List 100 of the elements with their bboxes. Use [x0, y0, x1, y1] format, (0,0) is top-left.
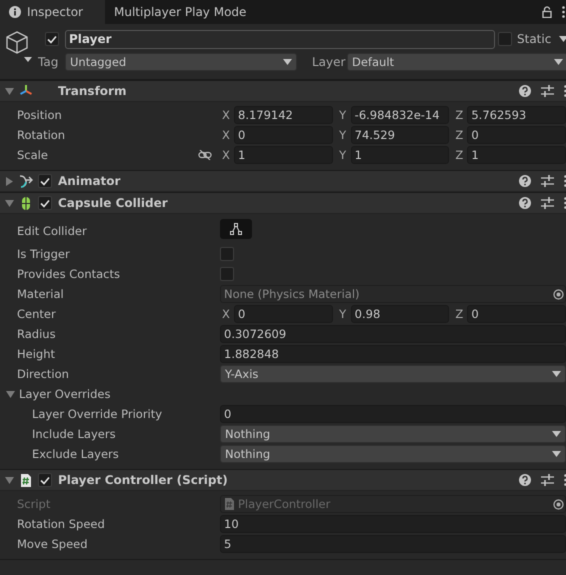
number-field[interactable]: 0 — [467, 305, 566, 323]
tab[interactable]: Inspector — [0, 0, 105, 24]
help-icon[interactable] — [519, 175, 531, 187]
caret-icon — [552, 431, 561, 437]
foldout-arrow-icon[interactable] — [5, 176, 14, 186]
number-field[interactable]: 0 — [220, 405, 566, 423]
axis-label: X — [221, 128, 231, 142]
number-field[interactable]: 1 — [234, 146, 333, 164]
axis-label: Z — [454, 108, 464, 122]
number-field[interactable]: 0.98 — [350, 305, 450, 323]
foldout-arrow-icon[interactable] — [5, 86, 14, 96]
property-label: Height — [17, 347, 56, 361]
dropdown[interactable]: Nothing — [220, 425, 566, 443]
number-field[interactable]: 1 — [350, 146, 450, 164]
info-icon — [9, 6, 21, 18]
dropdown[interactable]: Untagged — [65, 53, 297, 71]
axis-label: Y — [338, 108, 348, 122]
number-field[interactable]: 74.529 — [350, 126, 450, 144]
checkbox[interactable] — [38, 473, 52, 487]
checkbox[interactable] — [38, 174, 52, 188]
foldout-arrow-icon[interactable] — [5, 476, 14, 484]
object-picker-icon[interactable] — [553, 288, 564, 300]
foldout-arrow-icon[interactable] — [5, 198, 14, 208]
static-label: Static — [517, 32, 552, 46]
sliders-icon[interactable] — [541, 197, 554, 209]
axis-label: Y — [338, 148, 348, 162]
capsule-icon — [19, 196, 33, 210]
object-picker-icon[interactable] — [553, 498, 564, 510]
axis-label: Z — [454, 307, 464, 321]
property-label: Script — [17, 497, 50, 511]
property-label: Scale — [17, 148, 48, 162]
script-icon — [19, 473, 33, 487]
property-label: Edit Collider — [17, 224, 87, 238]
foldout-arrow-icon[interactable] — [6, 390, 15, 398]
checkbox[interactable] — [45, 32, 59, 46]
property-label: Rotation Speed — [17, 517, 105, 531]
more-icon[interactable] — [562, 6, 565, 18]
number-field[interactable]: 0 — [467, 126, 566, 144]
property-label: Include Layers — [32, 427, 116, 441]
cube-icon[interactable] — [5, 30, 33, 64]
number-field[interactable]: 10 — [220, 515, 566, 533]
name-field[interactable]: Player — [65, 30, 495, 48]
script-file-icon — [224, 498, 234, 510]
property-label: Layer Override Priority — [32, 407, 162, 421]
lock-icon[interactable] — [542, 6, 552, 18]
group-label[interactable]: Layer Overrides — [19, 387, 110, 401]
component-header[interactable]: Capsule Collider — [0, 192, 566, 214]
number-field[interactable]: -6.984832e-14 — [350, 106, 450, 124]
object-field[interactable]: None (Physics Material) — [220, 285, 566, 303]
caret-icon — [283, 59, 292, 65]
component-header[interactable]: Player Controller (Script) — [0, 469, 566, 491]
help-icon[interactable] — [519, 197, 531, 209]
axis-label: Y — [338, 128, 348, 142]
branch-arrow-icon — [19, 174, 33, 188]
number-field[interactable]: 0.3072609 — [220, 325, 566, 343]
number-field[interactable]: 5.762593 — [467, 106, 566, 124]
sliders-icon[interactable] — [541, 85, 554, 97]
axis-label: X — [221, 307, 231, 321]
property-label: Rotation — [17, 128, 66, 142]
property-label: Provides Contacts — [17, 267, 120, 281]
axis-label: X — [221, 148, 231, 162]
axis-label: X — [221, 108, 231, 122]
help-icon[interactable] — [519, 474, 531, 486]
dropdown[interactable]: Default — [347, 53, 566, 71]
number-field[interactable]: 0 — [234, 305, 333, 323]
component-header[interactable]: Animator — [0, 170, 566, 192]
axis-label: Z — [454, 148, 464, 162]
property-label: Material — [17, 287, 64, 301]
property-label: Direction — [17, 367, 69, 381]
edit-collider-button[interactable] — [220, 218, 252, 238]
dropdown[interactable]: Nothing — [220, 445, 566, 463]
number-field[interactable]: 0 — [234, 126, 333, 144]
number-field[interactable]: 8.179142 — [234, 106, 333, 124]
dropdown[interactable]: Y-Axis — [220, 365, 566, 383]
property-label: Exclude Layers — [32, 447, 119, 461]
number-field[interactable]: 1.882848 — [220, 345, 566, 363]
axis-label: Z — [454, 128, 464, 142]
caret-icon — [554, 59, 563, 65]
checkbox[interactable] — [220, 267, 234, 281]
sliders-icon[interactable] — [541, 474, 554, 486]
checkbox[interactable] — [220, 247, 234, 261]
component-header[interactable]: Transform — [0, 80, 566, 102]
number-field[interactable]: 5 — [220, 535, 566, 553]
layer-label: Layer — [312, 55, 346, 69]
property-label: Radius — [17, 327, 56, 341]
property-label: Position — [17, 108, 62, 122]
tag-label: Tag — [38, 55, 60, 69]
help-icon[interactable] — [519, 85, 531, 97]
checkbox[interactable] — [38, 196, 52, 210]
axis-label: Y — [338, 307, 348, 321]
vertex-path-icon — [229, 222, 243, 236]
caret-icon — [552, 371, 561, 377]
checkbox[interactable] — [498, 32, 512, 46]
number-field[interactable]: 1 — [467, 146, 566, 164]
broken-link-icon[interactable] — [198, 150, 212, 160]
sliders-icon[interactable] — [541, 175, 554, 187]
property-label: Center — [17, 307, 56, 321]
caret-icon — [552, 451, 561, 457]
tab[interactable]: Multiplayer Play Mode — [105, 0, 256, 24]
caret-icon — [559, 36, 566, 42]
